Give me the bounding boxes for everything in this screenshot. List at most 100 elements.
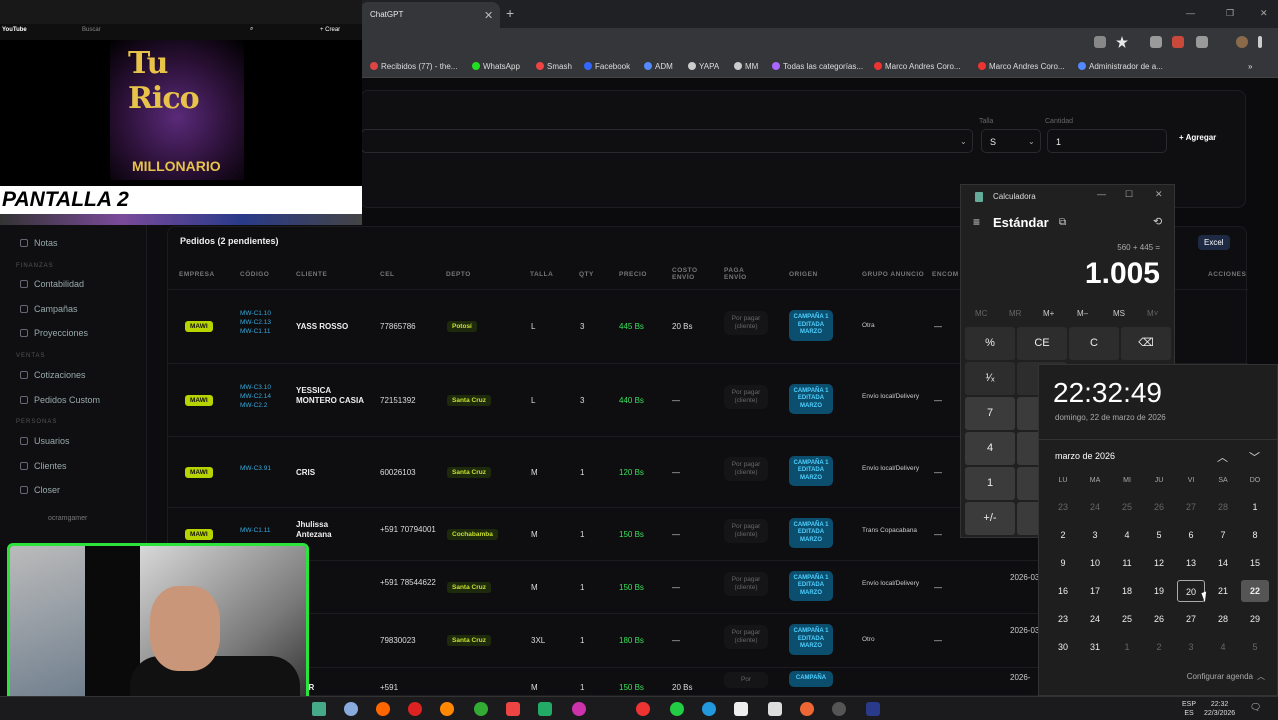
calendar-day[interactable]: 8 xyxy=(1241,524,1269,546)
sidebar-item-closer[interactable]: Closer xyxy=(20,485,60,495)
calendar-day[interactable]: 25 xyxy=(1113,608,1141,630)
sidebar-item-usuarios[interactable]: Usuarios xyxy=(20,436,70,446)
configure-agenda-link[interactable]: Configurar agenda xyxy=(1187,672,1253,681)
key-7[interactable]: 7 xyxy=(965,397,1015,430)
mem-clear-button[interactable]: MC xyxy=(975,309,987,318)
product-select[interactable]: ⌄ xyxy=(361,129,973,153)
mem-recall-button[interactable]: MR xyxy=(1009,309,1021,318)
calendar-day[interactable]: 9 xyxy=(1049,552,1077,574)
search-icon[interactable]: ⌕ xyxy=(250,26,253,33)
opera-icon[interactable] xyxy=(408,702,422,716)
calendar-day[interactable]: 17 xyxy=(1081,580,1109,602)
file-explorer-icon[interactable] xyxy=(312,702,326,716)
calendar-month[interactable]: marzo de 2026 xyxy=(1055,451,1115,461)
reciprocal-key[interactable]: ¹⁄ₓ xyxy=(965,362,1015,395)
maximize-icon[interactable]: ☐ xyxy=(1125,189,1133,200)
calendar-day[interactable]: 4 xyxy=(1209,636,1237,658)
bookmark-whatsapp[interactable]: WhatsApp xyxy=(472,62,520,71)
calendar-day[interactable]: 5 xyxy=(1241,636,1269,658)
calendar-day[interactable]: 22 xyxy=(1241,580,1269,602)
sidebar-item-cotizaciones[interactable]: Cotizaciones xyxy=(20,370,86,380)
sidebar-item-campanas[interactable]: Campañas xyxy=(20,304,78,314)
history-icon[interactable]: ⟲ xyxy=(1153,215,1162,228)
calendar-day[interactable]: 24 xyxy=(1081,608,1109,630)
sidebar-item-contabilidad[interactable]: Contabilidad xyxy=(20,279,84,289)
sidebar-item-notas[interactable]: Notas xyxy=(20,238,58,248)
bookmark-marco-1[interactable]: Marco Andres Coro... xyxy=(874,62,961,71)
password-key-icon[interactable] xyxy=(1094,36,1106,48)
key-4[interactable]: 4 xyxy=(965,432,1015,465)
app-icon-x[interactable] xyxy=(734,702,748,716)
negate-key[interactable]: +/- xyxy=(965,502,1015,535)
calendar-day[interactable]: 27 xyxy=(1177,496,1205,518)
extension-icon[interactable] xyxy=(1150,36,1162,48)
youtube-search[interactable]: Buscar xyxy=(82,27,101,33)
tab-close-icon[interactable]: ✕ xyxy=(484,9,493,22)
calendar-day[interactable]: 13 xyxy=(1177,552,1205,574)
calendar-day[interactable]: 31 xyxy=(1081,636,1109,658)
mem-list-button[interactable]: M˅ xyxy=(1147,309,1158,318)
size-select[interactable]: S ⌄ xyxy=(981,129,1041,153)
excel-icon[interactable] xyxy=(538,702,552,716)
brave-icon[interactable] xyxy=(376,702,390,716)
next-month-icon[interactable]: ﹀ xyxy=(1249,449,1260,465)
mem-add-button[interactable]: M+ xyxy=(1043,309,1054,318)
app-icon-gray[interactable] xyxy=(832,702,846,716)
bookmark-smash[interactable]: Smash xyxy=(536,62,572,71)
add-button[interactable]: + Agregar xyxy=(1179,133,1216,142)
hamburger-menu-icon[interactable]: ≡ xyxy=(973,215,980,229)
whatsapp-icon[interactable] xyxy=(670,702,684,716)
clear-entry-key[interactable]: CE xyxy=(1017,327,1067,360)
new-tab-icon[interactable]: + xyxy=(506,5,514,21)
bookmarks-overflow-icon[interactable]: » xyxy=(1248,62,1252,71)
minimize-icon[interactable]: — xyxy=(1097,189,1106,199)
calendar-day[interactable]: 12 xyxy=(1145,552,1173,574)
maximize-icon[interactable]: ❐ xyxy=(1226,8,1234,19)
menu-kebab-icon[interactable] xyxy=(1258,36,1262,48)
profile-avatar[interactable] xyxy=(1236,36,1248,48)
extension-icon-2[interactable] xyxy=(1172,36,1184,48)
calendar-day[interactable]: 3 xyxy=(1177,636,1205,658)
calendar-day[interactable]: 5 xyxy=(1145,524,1173,546)
calendar-day[interactable]: 23 xyxy=(1049,608,1077,630)
bookmark-marco-2[interactable]: Marco Andres Coro... xyxy=(978,62,1065,71)
mem-subtract-button[interactable]: M– xyxy=(1077,309,1088,318)
calendar-day[interactable]: 15 xyxy=(1241,552,1269,574)
calendar-day[interactable]: 28 xyxy=(1209,608,1237,630)
notion-icon[interactable] xyxy=(768,702,782,716)
chrome-icon[interactable] xyxy=(474,702,488,716)
clear-key[interactable]: C xyxy=(1069,327,1119,360)
export-excel-button[interactable]: Excel xyxy=(1198,235,1230,250)
calendar-day[interactable]: 11 xyxy=(1113,552,1141,574)
sidebar-user[interactable]: ocramgamer xyxy=(48,515,87,522)
calendar-day[interactable]: 29 xyxy=(1241,608,1269,630)
calendar-day[interactable]: 26 xyxy=(1145,496,1173,518)
backspace-key[interactable]: ⌫ xyxy=(1121,327,1171,360)
calendar-day[interactable]: 19 xyxy=(1145,580,1173,602)
calendar-day[interactable]: 2 xyxy=(1049,524,1077,546)
minimize-icon[interactable]: — xyxy=(1186,8,1195,18)
quantity-input[interactable]: 1 xyxy=(1047,129,1167,153)
bookmark-categorias[interactable]: Todas las categorías... xyxy=(772,62,863,71)
mem-store-button[interactable]: MS xyxy=(1113,309,1125,318)
close-window-icon[interactable]: ✕ xyxy=(1260,8,1268,19)
sidebar-item-pedidos-custom[interactable]: Pedidos Custom xyxy=(20,395,100,405)
photoshop-icon[interactable] xyxy=(866,702,880,716)
sidebar-item-proyecciones[interactable]: Proyecciones xyxy=(20,328,88,338)
bookmark-yapa[interactable]: YAPA xyxy=(688,62,719,71)
bookmark-gmail[interactable]: Recibidos (77) - the... xyxy=(370,62,457,71)
calendar-day[interactable]: 1 xyxy=(1113,636,1141,658)
app-icon[interactable] xyxy=(344,702,358,716)
calendar-day[interactable]: 18 xyxy=(1113,580,1141,602)
browser-tab[interactable]: ChatGPT ✕ xyxy=(360,2,500,28)
calendar-day[interactable]: 21 xyxy=(1209,580,1237,602)
instagram-icon[interactable] xyxy=(572,702,586,716)
calendar-day[interactable]: 23 xyxy=(1049,496,1077,518)
telegram-icon[interactable] xyxy=(702,702,716,716)
calendar-day[interactable]: 6 xyxy=(1177,524,1205,546)
calendar-day[interactable]: 30 xyxy=(1049,636,1077,658)
calendar-day[interactable]: 27 xyxy=(1177,608,1205,630)
calendar-day[interactable]: 2 xyxy=(1145,636,1173,658)
calendar-day[interactable]: 3 xyxy=(1081,524,1109,546)
chevron-up-icon[interactable]: ︿ xyxy=(1257,671,1265,682)
